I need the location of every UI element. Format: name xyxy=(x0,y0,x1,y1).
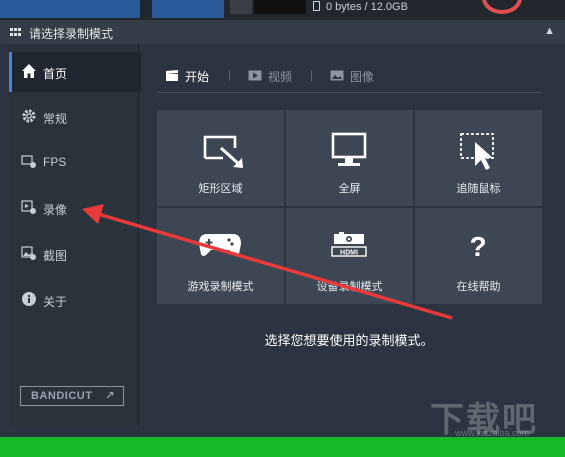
mode-label: 在线帮助 xyxy=(456,281,501,293)
mode-label: 矩形区域 xyxy=(198,183,243,195)
grid-icon xyxy=(10,28,21,37)
sidebar-item-fps[interactable]: FPS xyxy=(9,142,138,182)
bandicut-button[interactable]: BANDICUT ↗ xyxy=(20,386,124,406)
sidebar-item-home[interactable]: 首页 xyxy=(9,52,141,92)
panel-title: 请选择录制模式 xyxy=(29,27,114,41)
mode-label: 全屏 xyxy=(338,183,361,195)
record-button[interactable] xyxy=(482,0,522,14)
file-size-readout: 0 bytes / 12.0GB xyxy=(313,1,408,13)
mode-label: 追随鼠标 xyxy=(456,183,501,195)
tab-divider xyxy=(311,70,312,81)
bandicut-label: BANDICUT xyxy=(31,390,93,402)
watermark-url: www.xiazaiba.com xyxy=(455,428,530,438)
play-icon xyxy=(248,70,262,84)
mode-follow-mouse[interactable]: 追随鼠标 xyxy=(415,110,542,206)
chevron-up-icon[interactable]: ▲ xyxy=(544,25,555,37)
tab-label: 开始 xyxy=(185,70,210,84)
tab-label: 图像 xyxy=(350,70,375,84)
sidebar: 首页 常规 FPS 录像 截图 关于 BANDICUT ↗ xyxy=(9,44,141,426)
sidebar-item-label: FPS xyxy=(43,155,67,169)
sidebar-item-about[interactable]: 关于 xyxy=(9,280,138,320)
mode-online-help[interactable]: ? 在线帮助 xyxy=(415,208,542,304)
mode-label: 设备录制模式 xyxy=(316,281,383,293)
instruction-text: 选择您想要使用的录制模式。 xyxy=(264,333,434,348)
tab-label: 视频 xyxy=(268,70,293,84)
toolbar-blue-section-2 xyxy=(152,0,224,18)
svg-text:?: ? xyxy=(469,231,486,262)
tab-bar: 开始 视频 图像 xyxy=(157,62,541,88)
mode-fullscreen[interactable]: 全屏 xyxy=(286,110,413,206)
external-link-icon: ↗ xyxy=(105,390,115,402)
audio-level-box xyxy=(254,0,306,14)
file-icon xyxy=(313,1,320,11)
tab-underline xyxy=(157,92,541,93)
sidebar-item-screenshot[interactable]: 截图 xyxy=(9,234,138,274)
mode-device-recording[interactable]: HDMI 设备录制模式 xyxy=(286,208,413,304)
video-gear-icon xyxy=(21,199,37,215)
picture-icon xyxy=(330,70,344,84)
info-icon xyxy=(21,291,37,307)
clapperboard-icon xyxy=(165,70,179,84)
toolbar-blue-section xyxy=(0,0,140,18)
gear-icon xyxy=(21,108,37,124)
mode-rectangle-area[interactable]: 矩形区域 xyxy=(157,110,284,206)
sidebar-item-general[interactable]: 常规 xyxy=(9,97,138,137)
tab-start[interactable]: 开始 xyxy=(165,68,209,85)
image-gear-icon xyxy=(21,245,37,261)
file-size-text: 0 bytes / 12.0GB xyxy=(326,1,408,13)
sidebar-item-video[interactable]: 录像 xyxy=(9,188,138,228)
fps-icon xyxy=(21,153,37,169)
sidebar-item-label: 截图 xyxy=(43,249,68,263)
home-icon xyxy=(21,63,37,79)
top-strip: 0 bytes / 12.0GB xyxy=(0,0,565,20)
title-bar: 请选择录制模式 ▲ xyxy=(0,20,565,44)
microphone-icon[interactable] xyxy=(230,0,252,14)
sidebar-item-label: 关于 xyxy=(43,295,68,309)
mode-game-recording[interactable]: 游戏录制模式 xyxy=(157,208,284,304)
sidebar-item-label: 常规 xyxy=(43,112,68,126)
sidebar-item-label: 首页 xyxy=(43,67,68,81)
sidebar-item-label: 录像 xyxy=(43,203,68,217)
tab-video[interactable]: 视频 xyxy=(248,68,292,85)
svg-text:HDMI: HDMI xyxy=(340,250,358,257)
mode-label: 游戏录制模式 xyxy=(187,281,254,293)
tab-image[interactable]: 图像 xyxy=(330,68,374,85)
tab-divider xyxy=(229,70,230,81)
